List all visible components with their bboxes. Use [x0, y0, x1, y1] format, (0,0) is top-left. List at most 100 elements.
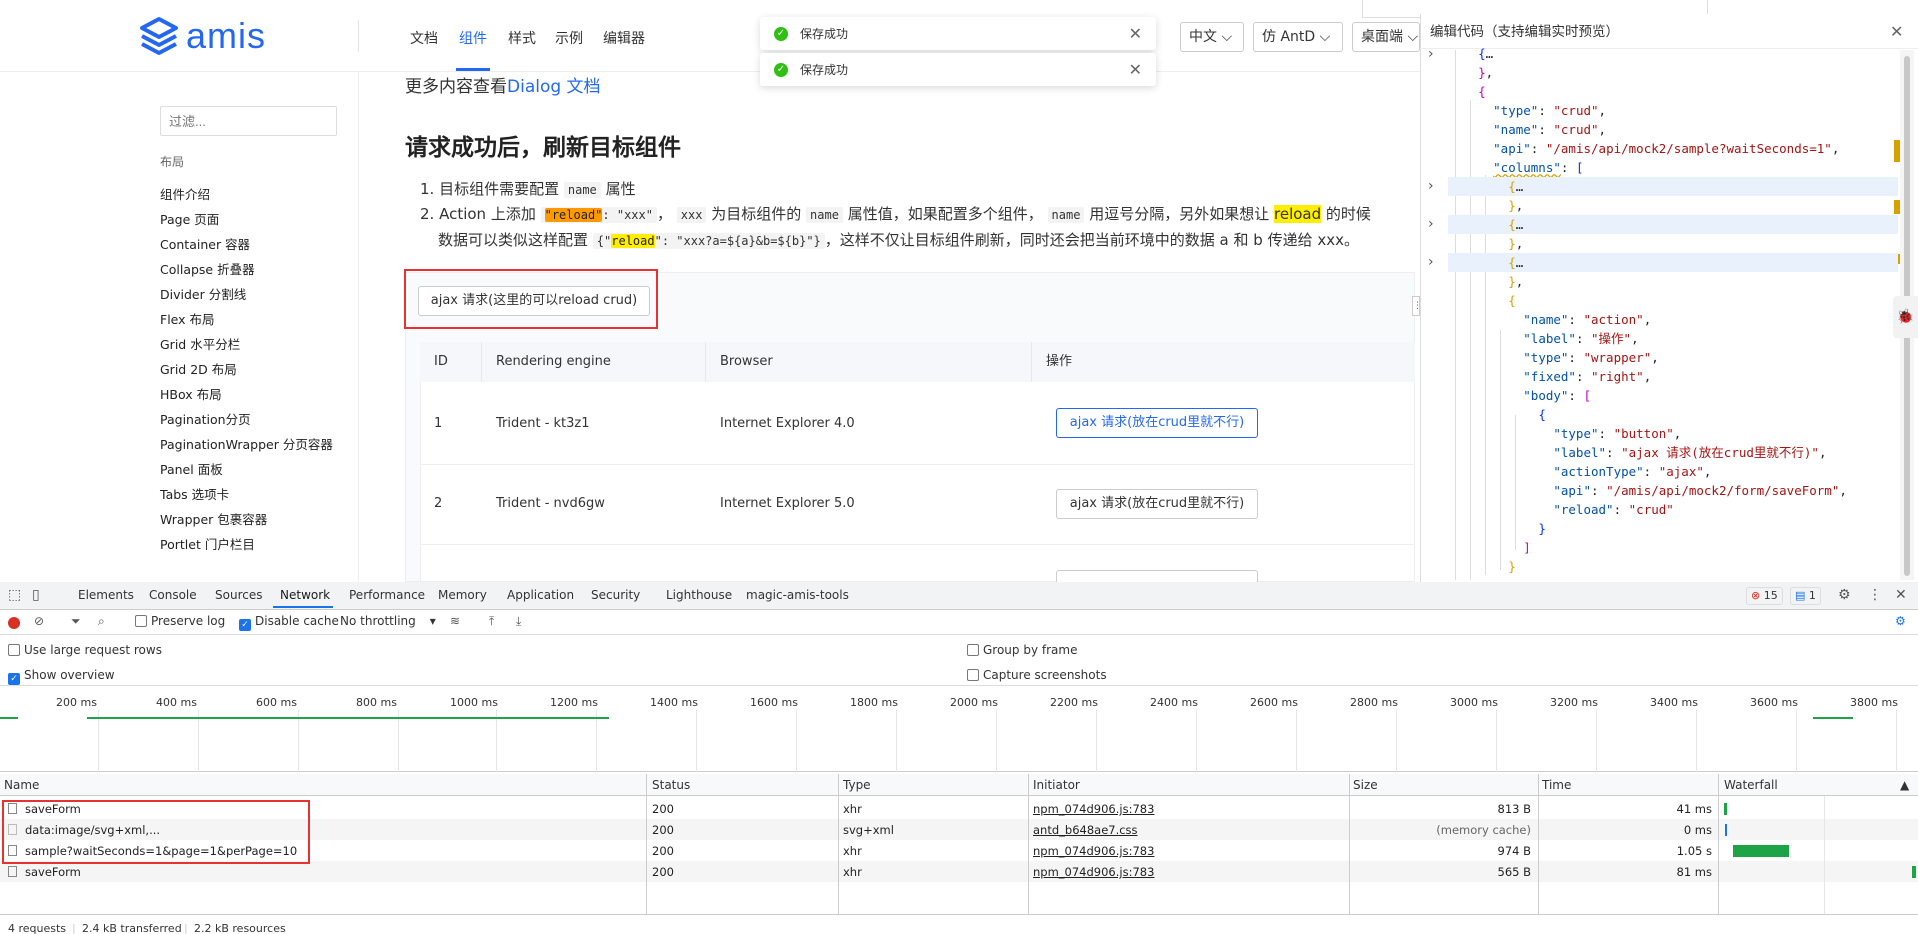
devtools-tab-network[interactable]: Network: [280, 588, 330, 602]
code-line[interactable]: {…: [1448, 215, 1898, 234]
code-line[interactable]: }: [1448, 557, 1516, 576]
sidebar-item[interactable]: Portlet 门户栏目: [160, 534, 255, 553]
row-ajax-button-partial[interactable]: [1056, 570, 1258, 582]
column-header-size[interactable]: Size: [1353, 778, 1378, 792]
devtools-tab-performance[interactable]: Performance: [349, 588, 425, 602]
throttling-select[interactable]: No throttling ▾: [340, 614, 436, 628]
sidebar-item[interactable]: Grid 水平分栏: [160, 334, 240, 353]
network-settings-gear-icon[interactable]: ⚙: [1895, 614, 1906, 628]
record-icon[interactable]: [8, 617, 20, 629]
upload-icon[interactable]: ⤒: [489, 614, 494, 629]
code-line[interactable]: "type": "button",: [1448, 424, 1681, 443]
network-conditions-icon[interactable]: ≋: [450, 614, 460, 628]
code-line[interactable]: {: [1448, 82, 1486, 101]
devtools-tab-magic-amis-tools[interactable]: magic-amis-tools: [746, 588, 849, 602]
fold-arrow-icon[interactable]: ›: [1428, 216, 1434, 232]
search-icon[interactable]: ⌕: [98, 614, 105, 629]
disable-cache-checkbox[interactable]: ✓ Disable cache: [239, 614, 339, 631]
devtools-tab-memory[interactable]: Memory: [438, 588, 487, 602]
sidebar-item[interactable]: Pagination分页: [160, 409, 251, 428]
code-line[interactable]: "name": "crud",: [1448, 120, 1606, 139]
sidebar-item[interactable]: Collapse 折叠器: [160, 259, 255, 278]
code-line[interactable]: "actionType": "ajax",: [1448, 462, 1711, 481]
code-line[interactable]: "type": "wrapper",: [1448, 348, 1658, 367]
close-icon[interactable]: ✕: [1890, 22, 1903, 41]
more-vertical-icon[interactable]: ⋮: [1868, 587, 1882, 603]
close-icon[interactable]: ✕: [1129, 60, 1142, 79]
row-ajax-button[interactable]: ajax 请求(放在crud里就不行): [1056, 408, 1258, 438]
request-initiator-link[interactable]: npm_074d906.js:783: [1033, 802, 1154, 816]
code-line[interactable]: "type": "crud",: [1448, 101, 1606, 120]
bug-icon[interactable]: 🐞: [1893, 296, 1918, 338]
sidebar-item[interactable]: Divider 分割线: [160, 284, 246, 303]
code-line[interactable]: "reload": "crud": [1448, 500, 1673, 519]
sidebar-item[interactable]: 组件介绍: [160, 184, 210, 203]
nav-examples[interactable]: 示例: [555, 28, 583, 48]
column-header-browser[interactable]: Browser: [706, 342, 1032, 382]
clear-icon[interactable]: ⊘: [34, 614, 44, 628]
request-name[interactable]: saveForm: [8, 865, 81, 879]
sidebar-item[interactable]: Tabs 选项卡: [160, 484, 229, 503]
download-icon[interactable]: ⤓: [516, 614, 521, 629]
code-line[interactable]: "api": "/amis/api/mock2/sample?waitSecon…: [1448, 139, 1839, 158]
mode-select[interactable]: 桌面端 ⌵: [1352, 22, 1420, 52]
code-line[interactable]: {…: [1448, 253, 1898, 272]
code-line[interactable]: {…: [1448, 177, 1898, 196]
code-line[interactable]: ]: [1448, 538, 1531, 557]
column-header-id[interactable]: ID: [420, 342, 482, 382]
code-line[interactable]: },: [1448, 234, 1523, 253]
code-line[interactable]: {…: [1448, 44, 1493, 63]
sidebar-item[interactable]: Flex 布局: [160, 309, 215, 328]
sidebar-item[interactable]: HBox 布局: [160, 384, 222, 403]
message-count-badge[interactable]: ▤ 1: [1790, 587, 1821, 605]
code-line[interactable]: }: [1448, 519, 1546, 538]
dialog-docs-link[interactable]: Dialog 文档: [507, 77, 601, 97]
code-line[interactable]: },: [1448, 196, 1523, 215]
ajax-reload-crud-button[interactable]: ajax 请求(这里的可以reload crud): [418, 286, 650, 316]
column-header-time[interactable]: Time: [1542, 778, 1571, 792]
row-ajax-button[interactable]: ajax 请求(放在crud里就不行): [1056, 489, 1258, 519]
column-header-status[interactable]: Status: [652, 778, 690, 792]
group-by-frame-checkbox[interactable]: Group by frame: [967, 643, 1077, 657]
code-line[interactable]: "body": [: [1448, 386, 1591, 405]
column-divider[interactable]: [1718, 774, 1719, 914]
column-header-waterfall[interactable]: Waterfall: [1724, 778, 1778, 792]
column-divider[interactable]: [1349, 774, 1350, 914]
fold-arrow-icon[interactable]: ›: [1428, 178, 1434, 194]
nav-components[interactable]: 组件: [459, 28, 487, 48]
drag-handle-icon[interactable]: ⋮: [1412, 296, 1422, 316]
nav-editor[interactable]: 编辑器: [603, 28, 645, 48]
sidebar-item[interactable]: Container 容器: [160, 234, 250, 253]
sidebar-item[interactable]: Page 页面: [160, 209, 219, 228]
amis-logo[interactable]: amis: [138, 16, 266, 56]
column-header-initiator[interactable]: Initiator: [1033, 778, 1080, 792]
large-rows-checkbox[interactable]: Use large request rows: [8, 643, 162, 657]
column-divider[interactable]: [646, 774, 647, 914]
fold-arrow-icon[interactable]: ›: [1428, 46, 1434, 62]
devtools-tab-security[interactable]: Security: [591, 588, 640, 602]
code-line[interactable]: {: [1448, 405, 1546, 424]
theme-select[interactable]: 仿 AntD ⌵: [1253, 22, 1343, 52]
close-icon[interactable]: ✕: [1129, 24, 1142, 43]
sidebar-item[interactable]: Panel 面板: [160, 459, 223, 478]
sidebar-item[interactable]: Grid 2D 布局: [160, 359, 237, 378]
sidebar-item[interactable]: PaginationWrapper 分页容器: [160, 434, 333, 453]
devtools-tab-console[interactable]: Console: [149, 588, 197, 602]
gear-icon[interactable]: ⚙: [1838, 587, 1851, 603]
code-line[interactable]: },: [1448, 63, 1493, 82]
request-initiator-link[interactable]: npm_074d906.js:783: [1033, 844, 1154, 858]
sidebar-item[interactable]: Wrapper 包裹容器: [160, 509, 267, 528]
column-header-type[interactable]: Type: [843, 778, 871, 792]
column-divider[interactable]: [1538, 774, 1539, 914]
code-line[interactable]: "columns": [: [1448, 158, 1583, 177]
column-header-engine[interactable]: Rendering engine: [482, 342, 706, 382]
code-line[interactable]: "fixed": "right",: [1448, 367, 1651, 386]
nav-docs[interactable]: 文档: [410, 28, 438, 48]
sidebar-filter-input[interactable]: [160, 106, 337, 136]
inspect-element-icon[interactable]: ⬚: [8, 587, 21, 603]
filter-icon[interactable]: ⏷: [71, 614, 81, 629]
code-line[interactable]: "name": "action",: [1448, 310, 1651, 329]
code-line[interactable]: },: [1448, 272, 1523, 291]
error-count-badge[interactable]: ⊗ 15: [1746, 587, 1783, 605]
language-select[interactable]: 中文 ⌵: [1180, 22, 1244, 52]
